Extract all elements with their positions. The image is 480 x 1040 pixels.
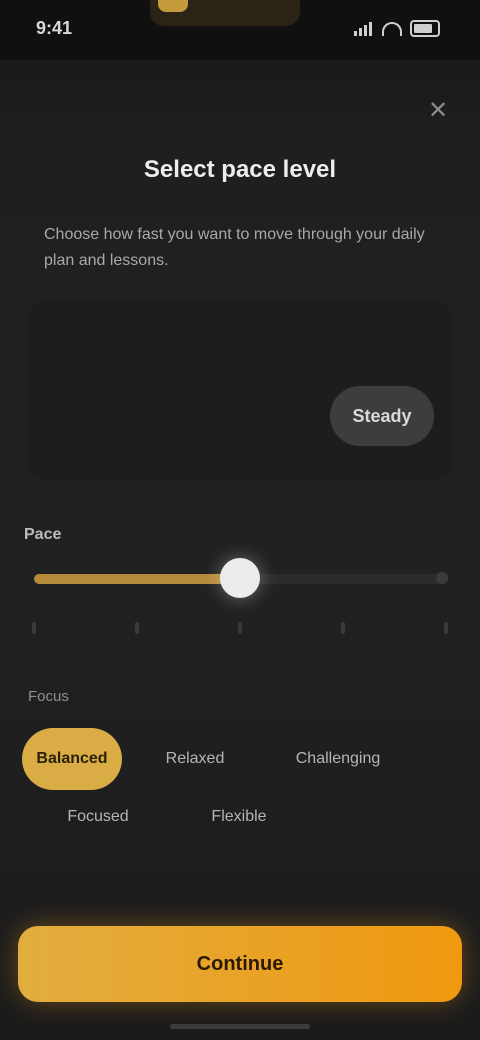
app-screen: 9:41 ✕ Select pace level Choose how fast… — [0, 0, 480, 1040]
page-title: Select pace level — [143, 156, 337, 183]
chip-challenging[interactable]: Challenging — [268, 728, 408, 790]
wifi-icon — [382, 21, 402, 36]
focus-section-label: Focus — [28, 688, 69, 705]
page-description: Choose how fast you want to move through… — [44, 226, 425, 269]
battery-icon — [410, 20, 440, 37]
slider-label: Pace — [24, 526, 62, 543]
chip-flexible[interactable]: Flexible — [184, 786, 294, 848]
slider-tick — [135, 622, 139, 634]
status-time: 9:41 — [36, 18, 73, 38]
slider-end-dot — [436, 572, 448, 584]
status-icons — [354, 20, 440, 37]
continue-button[interactable]: Continue — [18, 926, 462, 1002]
close-icon[interactable]: ✕ — [424, 96, 452, 124]
slider-tick — [32, 622, 36, 634]
notch-indicator — [158, 0, 188, 12]
signal-icon — [354, 21, 374, 36]
slider-tick — [238, 622, 242, 634]
slider-fill — [34, 574, 240, 584]
chip-relaxed[interactable]: Relaxed — [140, 728, 250, 790]
status-bar: 9:41 — [0, 0, 480, 60]
slider-thumb[interactable] — [220, 558, 260, 598]
chip-focused[interactable]: Focused — [28, 786, 168, 848]
preview-pill: Steady — [330, 386, 434, 446]
slider-tick — [444, 622, 448, 634]
chip-balanced[interactable]: Balanced — [22, 728, 122, 790]
slider-tick — [341, 622, 345, 634]
home-indicator — [170, 1024, 310, 1029]
